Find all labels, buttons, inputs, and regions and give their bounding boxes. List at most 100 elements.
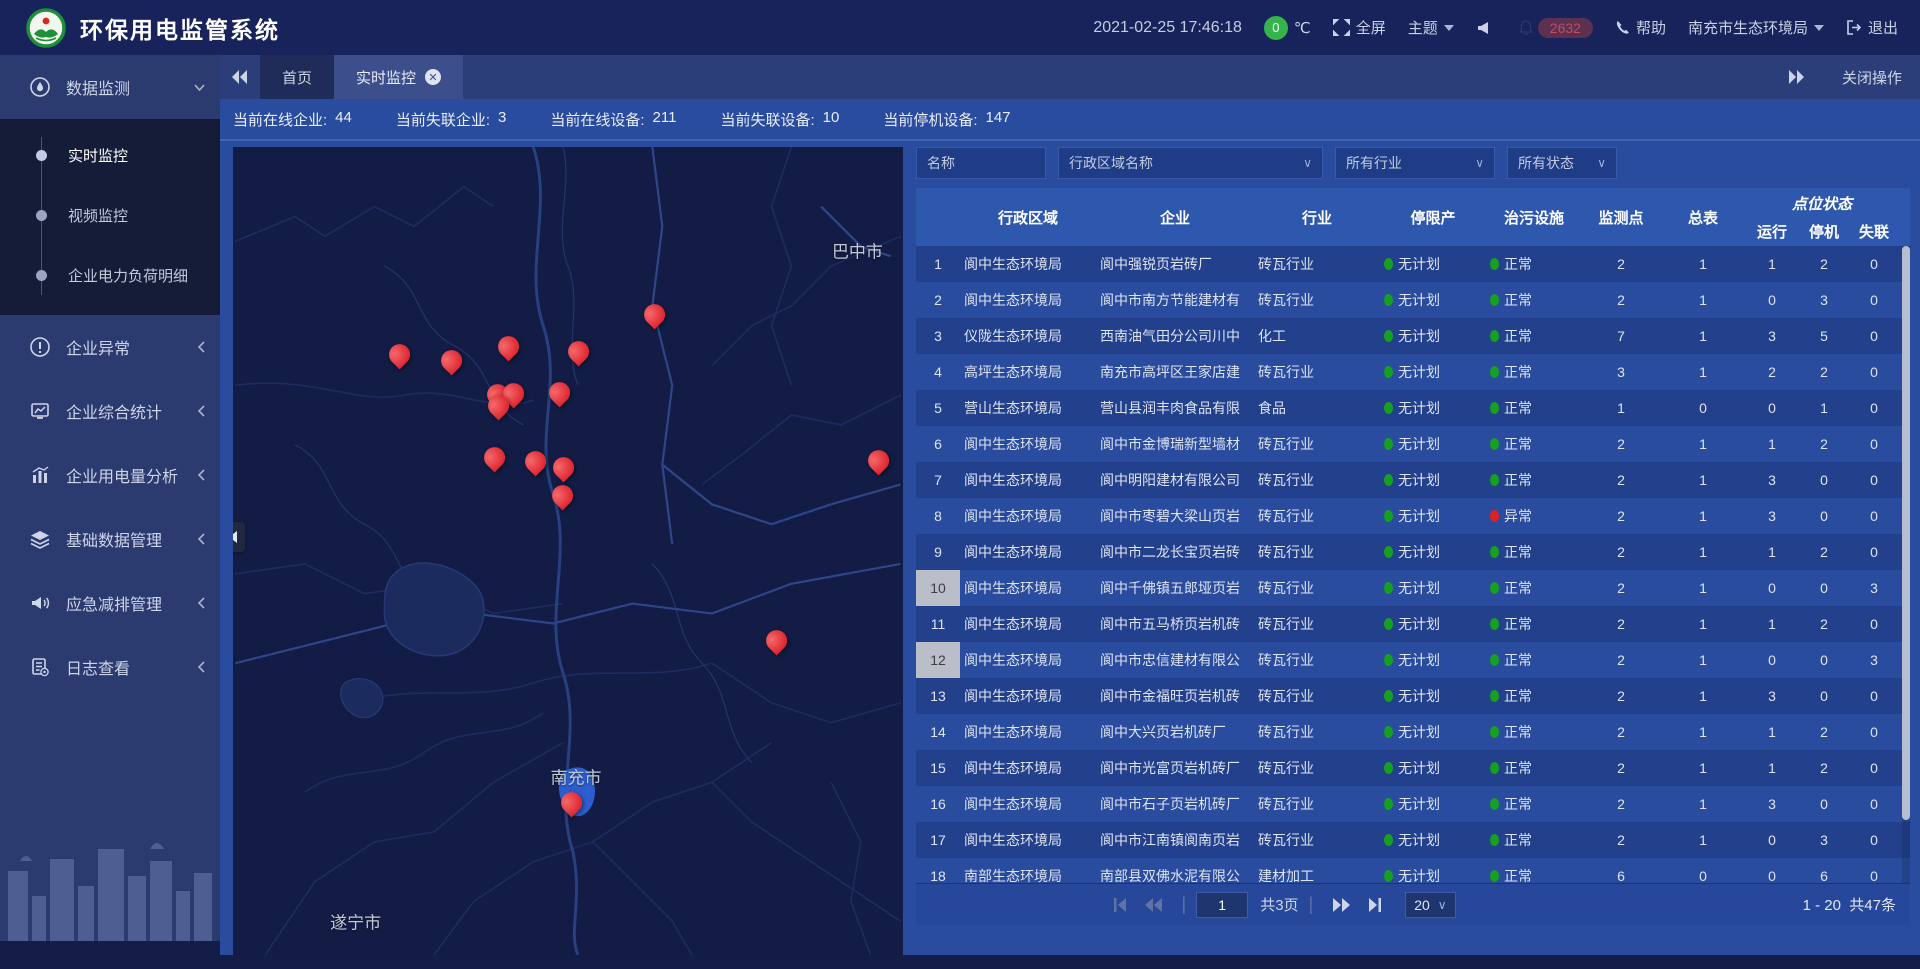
status-dot-icon (1490, 582, 1499, 594)
cell-run: 0 (1746, 868, 1798, 883)
chevron-left-icon (197, 660, 206, 674)
page-number-input[interactable] (1196, 892, 1248, 918)
cell-lost: 0 (1850, 508, 1898, 524)
sidebar-subitem-2[interactable]: 视频监控 (0, 185, 220, 245)
help-button[interactable]: 帮助 (1615, 17, 1666, 38)
cell-facility-status: 正常 (1486, 578, 1582, 598)
alert-circle-icon (28, 336, 52, 358)
table-row[interactable]: 1阆中生态环境局阆中强锐页岩砖厂砖瓦行业无计划正常21120 (916, 246, 1910, 282)
table-row[interactable]: 6阆中生态环境局阆中市金博瑞新型墙材砖瓦行业无计划正常21120 (916, 426, 1910, 462)
cell-company: 阆中市江南镇阆南页岩 (1096, 830, 1254, 850)
cell-index: 3 (916, 318, 960, 354)
cell-facility-status: 正常 (1486, 686, 1582, 706)
cell-industry: 砖瓦行业 (1254, 470, 1380, 490)
mute-button[interactable] (1476, 21, 1496, 35)
cell-stop-status: 无计划 (1380, 506, 1486, 526)
table-row[interactable]: 14阆中生态环境局阆中大兴页岩机砖厂砖瓦行业无计划正常21120 (916, 714, 1910, 750)
status-dot-icon (1490, 402, 1499, 414)
map-roads (233, 147, 903, 955)
col-stop: 停限产 (1380, 188, 1486, 246)
table-row[interactable]: 8阆中生态环境局阆中市枣碧大梁山页岩砖瓦行业无计划异常21300 (916, 498, 1910, 534)
cell-stop-status: 无计划 (1380, 254, 1486, 274)
theme-dropdown[interactable]: 主题 (1408, 17, 1454, 38)
sidebar-item-1[interactable]: 数据监测 (0, 55, 220, 119)
close-operations-button[interactable]: 关闭操作 (1842, 67, 1902, 88)
sidebar-subitem-1[interactable]: 实时监控 (0, 125, 220, 185)
tab-1[interactable]: 首页 (260, 55, 334, 99)
table-row[interactable]: 18南部生态环境局南部县双佛水泥有限公建材加工无计划正常60060 (916, 858, 1910, 883)
map-panel[interactable]: 巴中市南充市遂宁市 (233, 147, 903, 955)
stat-item-1: 当前在线企业:44 (233, 109, 352, 130)
chevron-left-icon (197, 340, 206, 354)
sidebar-item-4[interactable]: 企业用电量分析 (0, 443, 220, 507)
table-row[interactable]: 12阆中生态环境局阆中市忠信建材有限公砖瓦行业无计划正常21003 (916, 642, 1910, 678)
sidebar-item-2[interactable]: 企业异常 (0, 315, 220, 379)
stat-item-2: 当前失联企业:3 (396, 109, 507, 130)
sidebar-subitem-3[interactable]: 企业电力负荷明细 (0, 245, 220, 305)
status-dot-icon (1490, 690, 1499, 702)
logout-button[interactable]: 退出 (1846, 17, 1898, 38)
sidebar-item-3[interactable]: 企业综合统计 (0, 379, 220, 443)
table-row[interactable]: 3仪陇生态环境局西南油气田分公司川中化工无计划正常71350 (916, 318, 1910, 354)
stat-item-3: 当前在线设备:211 (550, 109, 676, 130)
table-row[interactable]: 17阆中生态环境局阆中市江南镇阆南页岩砖瓦行业无计划正常21030 (916, 822, 1910, 858)
table-scrollbar[interactable] (1902, 246, 1910, 883)
next-page-button[interactable] (1332, 898, 1350, 912)
cell-industry: 砖瓦行业 (1254, 434, 1380, 454)
cell-run: 3 (1746, 472, 1798, 488)
page-size-select[interactable]: 20∨ (1405, 892, 1455, 918)
notifications[interactable]: 2632 (1518, 18, 1593, 38)
tabs-scroll-left-button[interactable] (220, 55, 260, 99)
cell-industry: 砖瓦行业 (1254, 794, 1380, 814)
phone-icon (1615, 20, 1630, 35)
cell-total-meter: 1 (1660, 832, 1746, 848)
cell-facility-status: 正常 (1486, 722, 1582, 742)
stat-item-4: 当前失联设备:10 (720, 109, 839, 130)
fullscreen-button[interactable]: 全屏 (1333, 17, 1386, 38)
cell-industry: 砖瓦行业 (1254, 542, 1380, 562)
table-row[interactable]: 10阆中生态环境局阆中千佛镇五郎垭页岩砖瓦行业无计划正常21003 (916, 570, 1910, 606)
panel-collapse-button[interactable] (233, 522, 245, 552)
first-page-button[interactable] (1113, 898, 1127, 912)
industry-select[interactable]: 所有行业∨ (1335, 147, 1495, 179)
cell-stop-status: 无计划 (1380, 290, 1486, 310)
cell-total-meter: 1 (1660, 364, 1746, 380)
sidebar-item-6[interactable]: 应急减排管理 (0, 571, 220, 635)
table-row[interactable]: 16阆中生态环境局阆中市石子页岩机砖厂砖瓦行业无计划正常21300 (916, 786, 1910, 822)
cell-halt: 1 (1798, 400, 1850, 416)
tabs-scroll-right-button[interactable] (1776, 70, 1816, 84)
sidebar-item-7[interactable]: 日志查看 (0, 635, 220, 699)
table-row[interactable]: 4高坪生态环境局南充市高坪区王家店建砖瓦行业无计划正常31220 (916, 354, 1910, 390)
table-row[interactable]: 5营山生态环境局营山县润丰肉食品有限食品无计划正常10010 (916, 390, 1910, 426)
cell-total-meter: 0 (1660, 868, 1746, 883)
table-row[interactable]: 11阆中生态环境局阆中市五马桥页岩机砖砖瓦行业无计划正常21120 (916, 606, 1910, 642)
tab-close-icon[interactable]: ✕ (425, 69, 441, 85)
cell-total-meter: 1 (1660, 652, 1746, 668)
table-row[interactable]: 9阆中生态环境局阆中市二龙长宝页岩砖砖瓦行业无计划正常21120 (916, 534, 1910, 570)
cell-monitor-points: 3 (1582, 364, 1660, 380)
user-org-dropdown[interactable]: 南充市生态环境局 (1688, 17, 1824, 38)
cell-lost: 3 (1850, 652, 1898, 668)
name-search-input[interactable] (916, 147, 1046, 179)
sidebar-item-5[interactable]: 基础数据管理 (0, 507, 220, 571)
prev-page-button[interactable] (1145, 898, 1163, 912)
status-dot-icon (1490, 762, 1499, 774)
tab-2[interactable]: 实时监控✕ (334, 55, 463, 99)
status-select[interactable]: 所有状态∨ (1507, 147, 1617, 179)
table-row[interactable]: 2阆中生态环境局阆中市南方节能建材有砖瓦行业无计划正常21030 (916, 282, 1910, 318)
sidebar-nav: 数据监测实时监控视频监控企业电力负荷明细企业异常企业综合统计企业用电量分析基础数… (0, 55, 220, 699)
region-select[interactable]: 行政区域名称∨ (1058, 147, 1323, 179)
col-meter: 总表 (1660, 188, 1746, 246)
cell-monitor-points: 2 (1582, 472, 1660, 488)
cell-run: 1 (1746, 544, 1798, 560)
cell-industry: 砖瓦行业 (1254, 254, 1380, 274)
cell-lost: 0 (1850, 400, 1898, 416)
cell-index: 2 (916, 282, 960, 318)
table-row[interactable]: 13阆中生态环境局阆中市金福旺页岩机砖砖瓦行业无计划正常21300 (916, 678, 1910, 714)
bullet-dot-icon (36, 270, 47, 281)
cell-run: 2 (1746, 364, 1798, 380)
cell-facility-status: 正常 (1486, 290, 1582, 310)
last-page-button[interactable] (1368, 898, 1382, 912)
table-row[interactable]: 15阆中生态环境局阆中市光富页岩机砖厂砖瓦行业无计划正常21120 (916, 750, 1910, 786)
table-row[interactable]: 7阆中生态环境局阆中明阳建材有限公司砖瓦行业无计划正常21300 (916, 462, 1910, 498)
